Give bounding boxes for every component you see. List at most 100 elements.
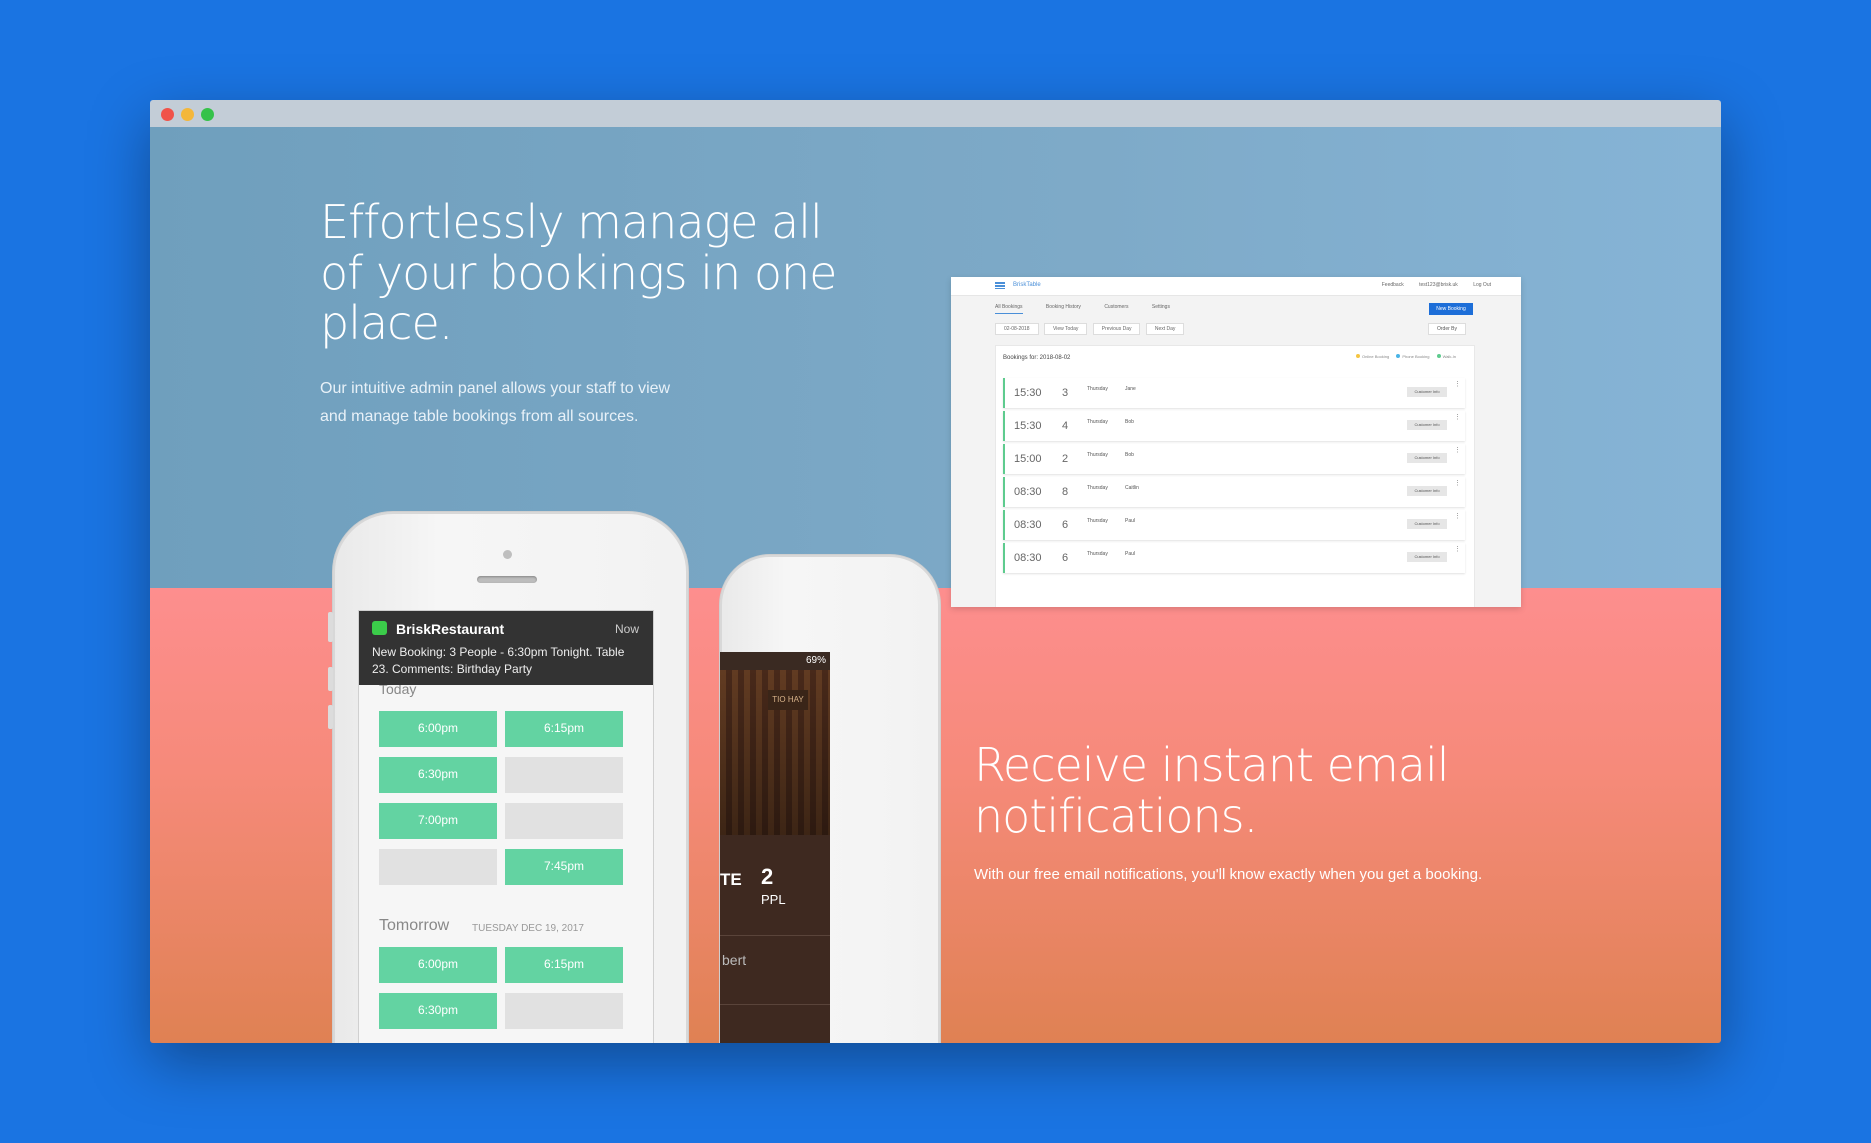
time-slot-button[interactable]: 7:00pm xyxy=(379,803,497,839)
push-notification[interactable]: BriskRestaurant Now New Booking: 3 Peopl… xyxy=(359,611,653,685)
volume-up-button xyxy=(328,667,333,691)
hero-subtitle: Our intuitive admin panel allows your st… xyxy=(320,380,671,425)
bookings-panel: Bookings for: 2018-08-02 Online Booking … xyxy=(995,345,1475,607)
hamburger-menu-icon[interactable] xyxy=(995,282,1005,289)
booking-day: Thursday xyxy=(1087,551,1108,557)
notification-app-name: BriskRestaurant xyxy=(396,621,505,637)
time-slot-button[interactable]: 6:30pm xyxy=(379,993,497,1029)
previous-day-button[interactable]: Previous Day xyxy=(1092,323,1141,335)
date-toolbar: 02-08-2018 View Today Previous Day Next … xyxy=(995,323,1188,335)
time-slot-button[interactable]: 6:15pm xyxy=(505,947,623,983)
more-options-icon[interactable]: ⋮ xyxy=(1454,545,1461,553)
booking-people: 6 xyxy=(1062,552,1069,564)
time-slot-button[interactable]: 6:00pm xyxy=(379,947,497,983)
customer-info-button[interactable]: Customer Info xyxy=(1407,420,1447,430)
booking-row[interactable]: 08:30 6 Thursday Paul Customer Info ⋮ xyxy=(1003,543,1465,573)
booking-customer-name: Caitlin xyxy=(1125,485,1139,491)
time-slot-button[interactable]: 6:15pm xyxy=(505,711,623,747)
account-email[interactable]: test123@brisk.uk xyxy=(1419,282,1458,288)
order-by-button[interactable]: Order By xyxy=(1427,323,1466,335)
logout-link[interactable]: Log Out xyxy=(1473,282,1491,288)
customer-info-button[interactable]: Customer Info xyxy=(1407,552,1447,562)
more-options-icon[interactable]: ⋮ xyxy=(1454,446,1461,454)
legend-phone: Phone Booking xyxy=(1402,354,1430,359)
booking-time: 15:00 xyxy=(1014,453,1042,465)
booking-time: 15:30 xyxy=(1014,420,1042,432)
volume-down-button xyxy=(328,705,333,729)
more-options-icon[interactable]: ⋮ xyxy=(1454,512,1461,520)
admin-header: BriskTable Feedback test123@brisk.uk Log… xyxy=(951,277,1521,296)
booking-day: Thursday xyxy=(1087,419,1108,425)
customer-info-button[interactable]: Customer Info xyxy=(1407,486,1447,496)
email-subtitle: With our free email notifications, you'l… xyxy=(974,866,1483,883)
bookings-panel-title: Bookings for: 2018-08-02 xyxy=(1003,355,1071,361)
admin-top-links: Feedback test123@brisk.uk Log Out xyxy=(1368,282,1491,288)
notification-time: Now xyxy=(614,622,639,636)
more-options-icon[interactable]: ⋮ xyxy=(1454,413,1461,421)
tab-customers[interactable]: Customers xyxy=(1104,304,1128,310)
booking-customer-name: Jane xyxy=(1125,386,1136,392)
booking-people: 3 xyxy=(1062,387,1069,399)
customer-info-button[interactable]: Customer Info xyxy=(1407,453,1447,463)
booking-day: Thursday xyxy=(1087,452,1108,458)
more-options-icon[interactable]: ⋮ xyxy=(1454,380,1461,388)
phone-speaker xyxy=(477,576,537,583)
maximize-window-button[interactable] xyxy=(201,108,214,121)
divider xyxy=(720,1004,830,1005)
customer-info-button[interactable]: Customer Info xyxy=(1407,519,1447,529)
more-options-icon[interactable]: ⋮ xyxy=(1454,479,1461,487)
booking-row[interactable]: 15:30 4 Thursday Bob Customer Info ⋮ xyxy=(1003,411,1465,441)
admin-panel-screenshot: BriskTable Feedback test123@brisk.uk Log… xyxy=(951,277,1521,607)
close-window-button[interactable] xyxy=(161,108,174,121)
customer-info-button[interactable]: Customer Info xyxy=(1407,387,1447,397)
booking-time: 15:30 xyxy=(1014,387,1042,399)
booking-customer-name: Paul xyxy=(1125,551,1136,557)
booking-summary-panel xyxy=(720,835,830,1043)
tomorrow-date: TUESDAY DEC 19, 2017 xyxy=(472,923,584,934)
time-slot-button[interactable]: 6:00pm xyxy=(379,711,497,747)
legend-dot-phone xyxy=(1396,354,1401,358)
time-slot-unavailable xyxy=(379,849,497,885)
notification-message: New Booking: 3 People - 6:30pm Tonight. … xyxy=(372,645,625,676)
booking-customer-name: Bob xyxy=(1125,419,1134,425)
time-slot-button[interactable]: 6:30pm xyxy=(379,757,497,793)
tab-all-bookings[interactable]: All Bookings xyxy=(995,304,1023,314)
legend-walkin: Walk-In xyxy=(1442,354,1456,359)
booking-row[interactable]: 08:30 8 Thursday Caitlin Customer Info ⋮ xyxy=(1003,477,1465,507)
party-size-label: PPL xyxy=(761,892,786,907)
tab-settings[interactable]: Settings xyxy=(1152,304,1170,310)
message-app-icon xyxy=(372,621,387,635)
legend-dot-online xyxy=(1356,354,1361,358)
view-today-button[interactable]: View Today xyxy=(1043,323,1088,335)
legend-dot-walkin xyxy=(1436,354,1441,358)
next-day-button[interactable]: Next Day xyxy=(1145,323,1185,335)
booking-row[interactable]: 15:00 2 Thursday Bob Customer Info ⋮ xyxy=(1003,444,1465,474)
booking-people: 4 xyxy=(1062,420,1069,432)
booking-row[interactable]: 15:30 3 Thursday Jane Customer Info ⋮ xyxy=(1003,378,1465,408)
booking-people: 8 xyxy=(1062,486,1069,498)
browser-window: Effortlessly manage all of your bookings… xyxy=(150,100,1721,1043)
minimize-window-button[interactable] xyxy=(181,108,194,121)
time-slot-button[interactable]: 7:45pm xyxy=(505,849,623,885)
booking-customer-name: Bob xyxy=(1125,452,1134,458)
feedback-link[interactable]: Feedback xyxy=(1382,282,1404,288)
front-camera xyxy=(503,550,512,559)
booking-time: 08:30 xyxy=(1014,519,1042,531)
tab-booking-history[interactable]: Booking History xyxy=(1046,304,1081,310)
time-slot-unavailable xyxy=(505,803,623,839)
date-input[interactable]: 02-08-2018 xyxy=(995,323,1039,335)
time-slot-unavailable xyxy=(505,993,623,1029)
battery-status: 69% xyxy=(805,655,826,666)
email-title: Receive instant email notifications. xyxy=(974,738,1450,843)
booking-legend: Online Booking Phone Booking Walk-In xyxy=(1350,354,1456,359)
booking-day: Thursday xyxy=(1087,485,1108,491)
booking-customer-name: Paul xyxy=(1125,518,1136,524)
date-label-fragment: TE xyxy=(720,870,742,889)
new-booking-button[interactable]: New Booking xyxy=(1429,303,1473,315)
booking-people: 2 xyxy=(1062,453,1069,465)
booking-day: Thursday xyxy=(1087,386,1108,392)
window-titlebar xyxy=(150,100,1721,127)
phone-primary-screen: Today 6:00pm 6:15pm 6:30pm 7:00pm 7:45pm Tom… xyxy=(358,610,654,1043)
booking-row[interactable]: 08:30 6 Thursday Paul Customer Info ⋮ xyxy=(1003,510,1465,540)
time-slot-unavailable xyxy=(505,757,623,793)
